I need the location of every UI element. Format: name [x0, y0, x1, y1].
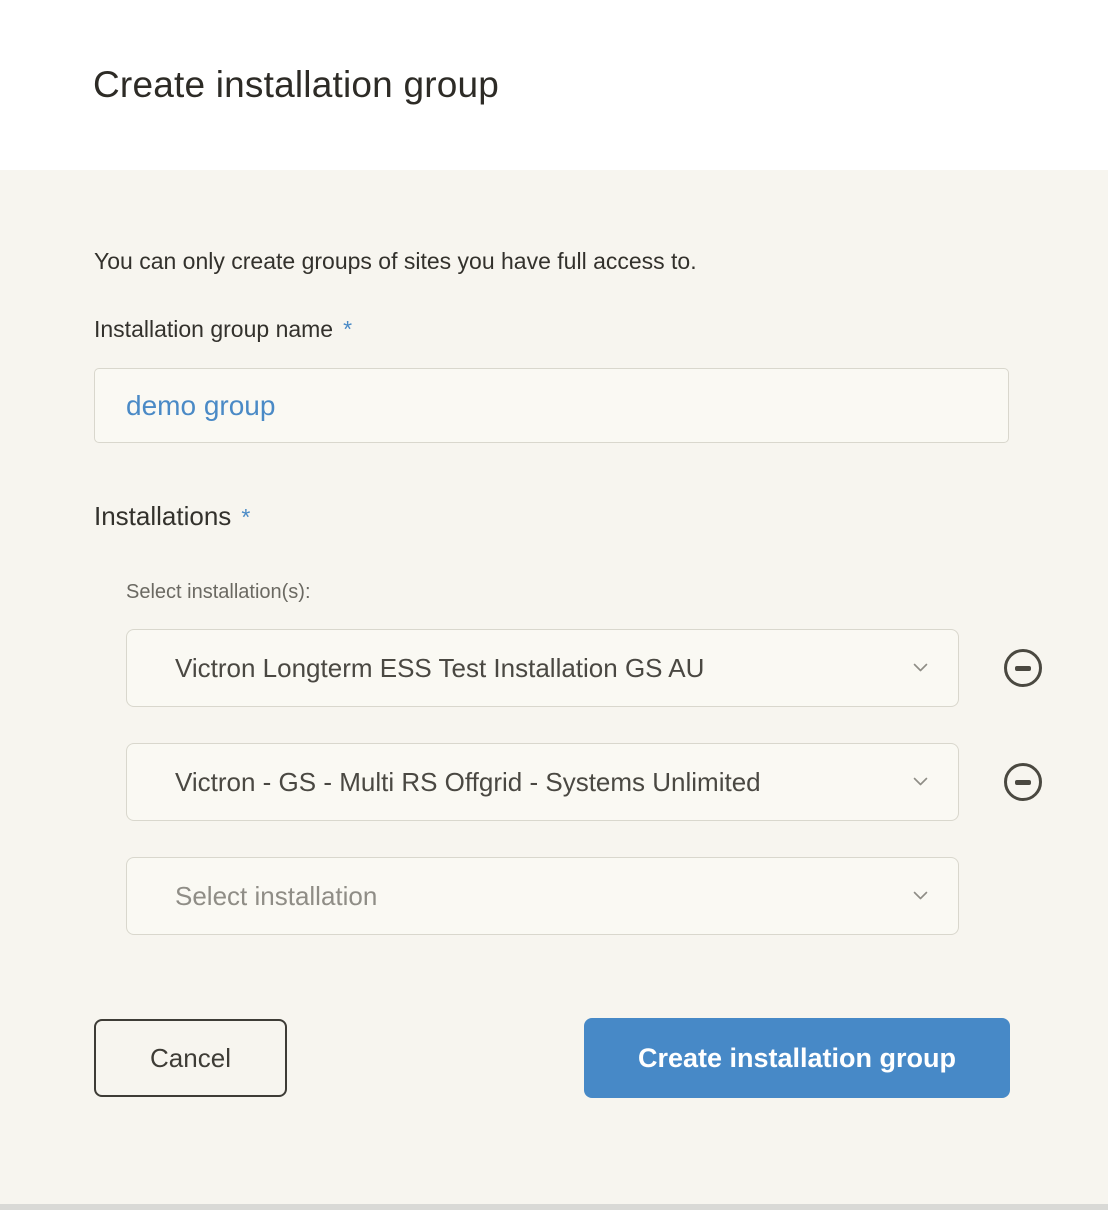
installations-label: Installations * — [94, 500, 1014, 534]
installation-row: Select installation — [126, 857, 1108, 935]
installation-row: Victron Longterm ESS Test Installation G… — [126, 629, 1108, 707]
minus-circle-icon — [1015, 666, 1031, 671]
minus-circle-icon — [1015, 780, 1031, 785]
installation-select-2-value: Victron - GS - Multi RS Offgrid - System… — [175, 767, 761, 798]
required-asterisk: * — [241, 504, 250, 530]
intro-text: You can only create groups of sites you … — [94, 246, 1014, 276]
installation-select-1-value: Victron Longterm ESS Test Installation G… — [175, 653, 704, 684]
chevron-down-icon — [913, 663, 928, 673]
installation-select-1[interactable]: Victron Longterm ESS Test Installation G… — [126, 629, 959, 707]
installation-select-2[interactable]: Victron - GS - Multi RS Offgrid - System… — [126, 743, 959, 821]
modal-body: You can only create groups of sites you … — [0, 170, 1108, 1204]
installation-select-placeholder: Select installation — [175, 881, 377, 912]
actions-row: Cancel Create installation group — [94, 1018, 1010, 1098]
installation-select-empty[interactable]: Select installation — [126, 857, 959, 935]
remove-installation-button[interactable] — [1004, 649, 1042, 687]
page-bottom-divider — [0, 1204, 1108, 1210]
modal-header: Create installation group — [0, 0, 1108, 170]
create-installation-group-button[interactable]: Create installation group — [584, 1018, 1010, 1098]
page-title: Create installation group — [93, 64, 499, 106]
installation-row: Victron - GS - Multi RS Offgrid - System… — [126, 743, 1108, 821]
chevron-down-icon — [913, 891, 928, 901]
group-name-input[interactable] — [94, 368, 1009, 443]
required-asterisk: * — [343, 316, 352, 342]
select-installations-hint: Select installation(s): — [126, 579, 1014, 605]
remove-installation-button[interactable] — [1004, 763, 1042, 801]
chevron-down-icon — [913, 777, 928, 787]
group-name-label: Installation group name * — [94, 315, 1014, 344]
group-name-label-text: Installation group name — [94, 316, 333, 342]
cancel-button[interactable]: Cancel — [94, 1019, 287, 1097]
installations-label-text: Installations — [94, 501, 231, 531]
